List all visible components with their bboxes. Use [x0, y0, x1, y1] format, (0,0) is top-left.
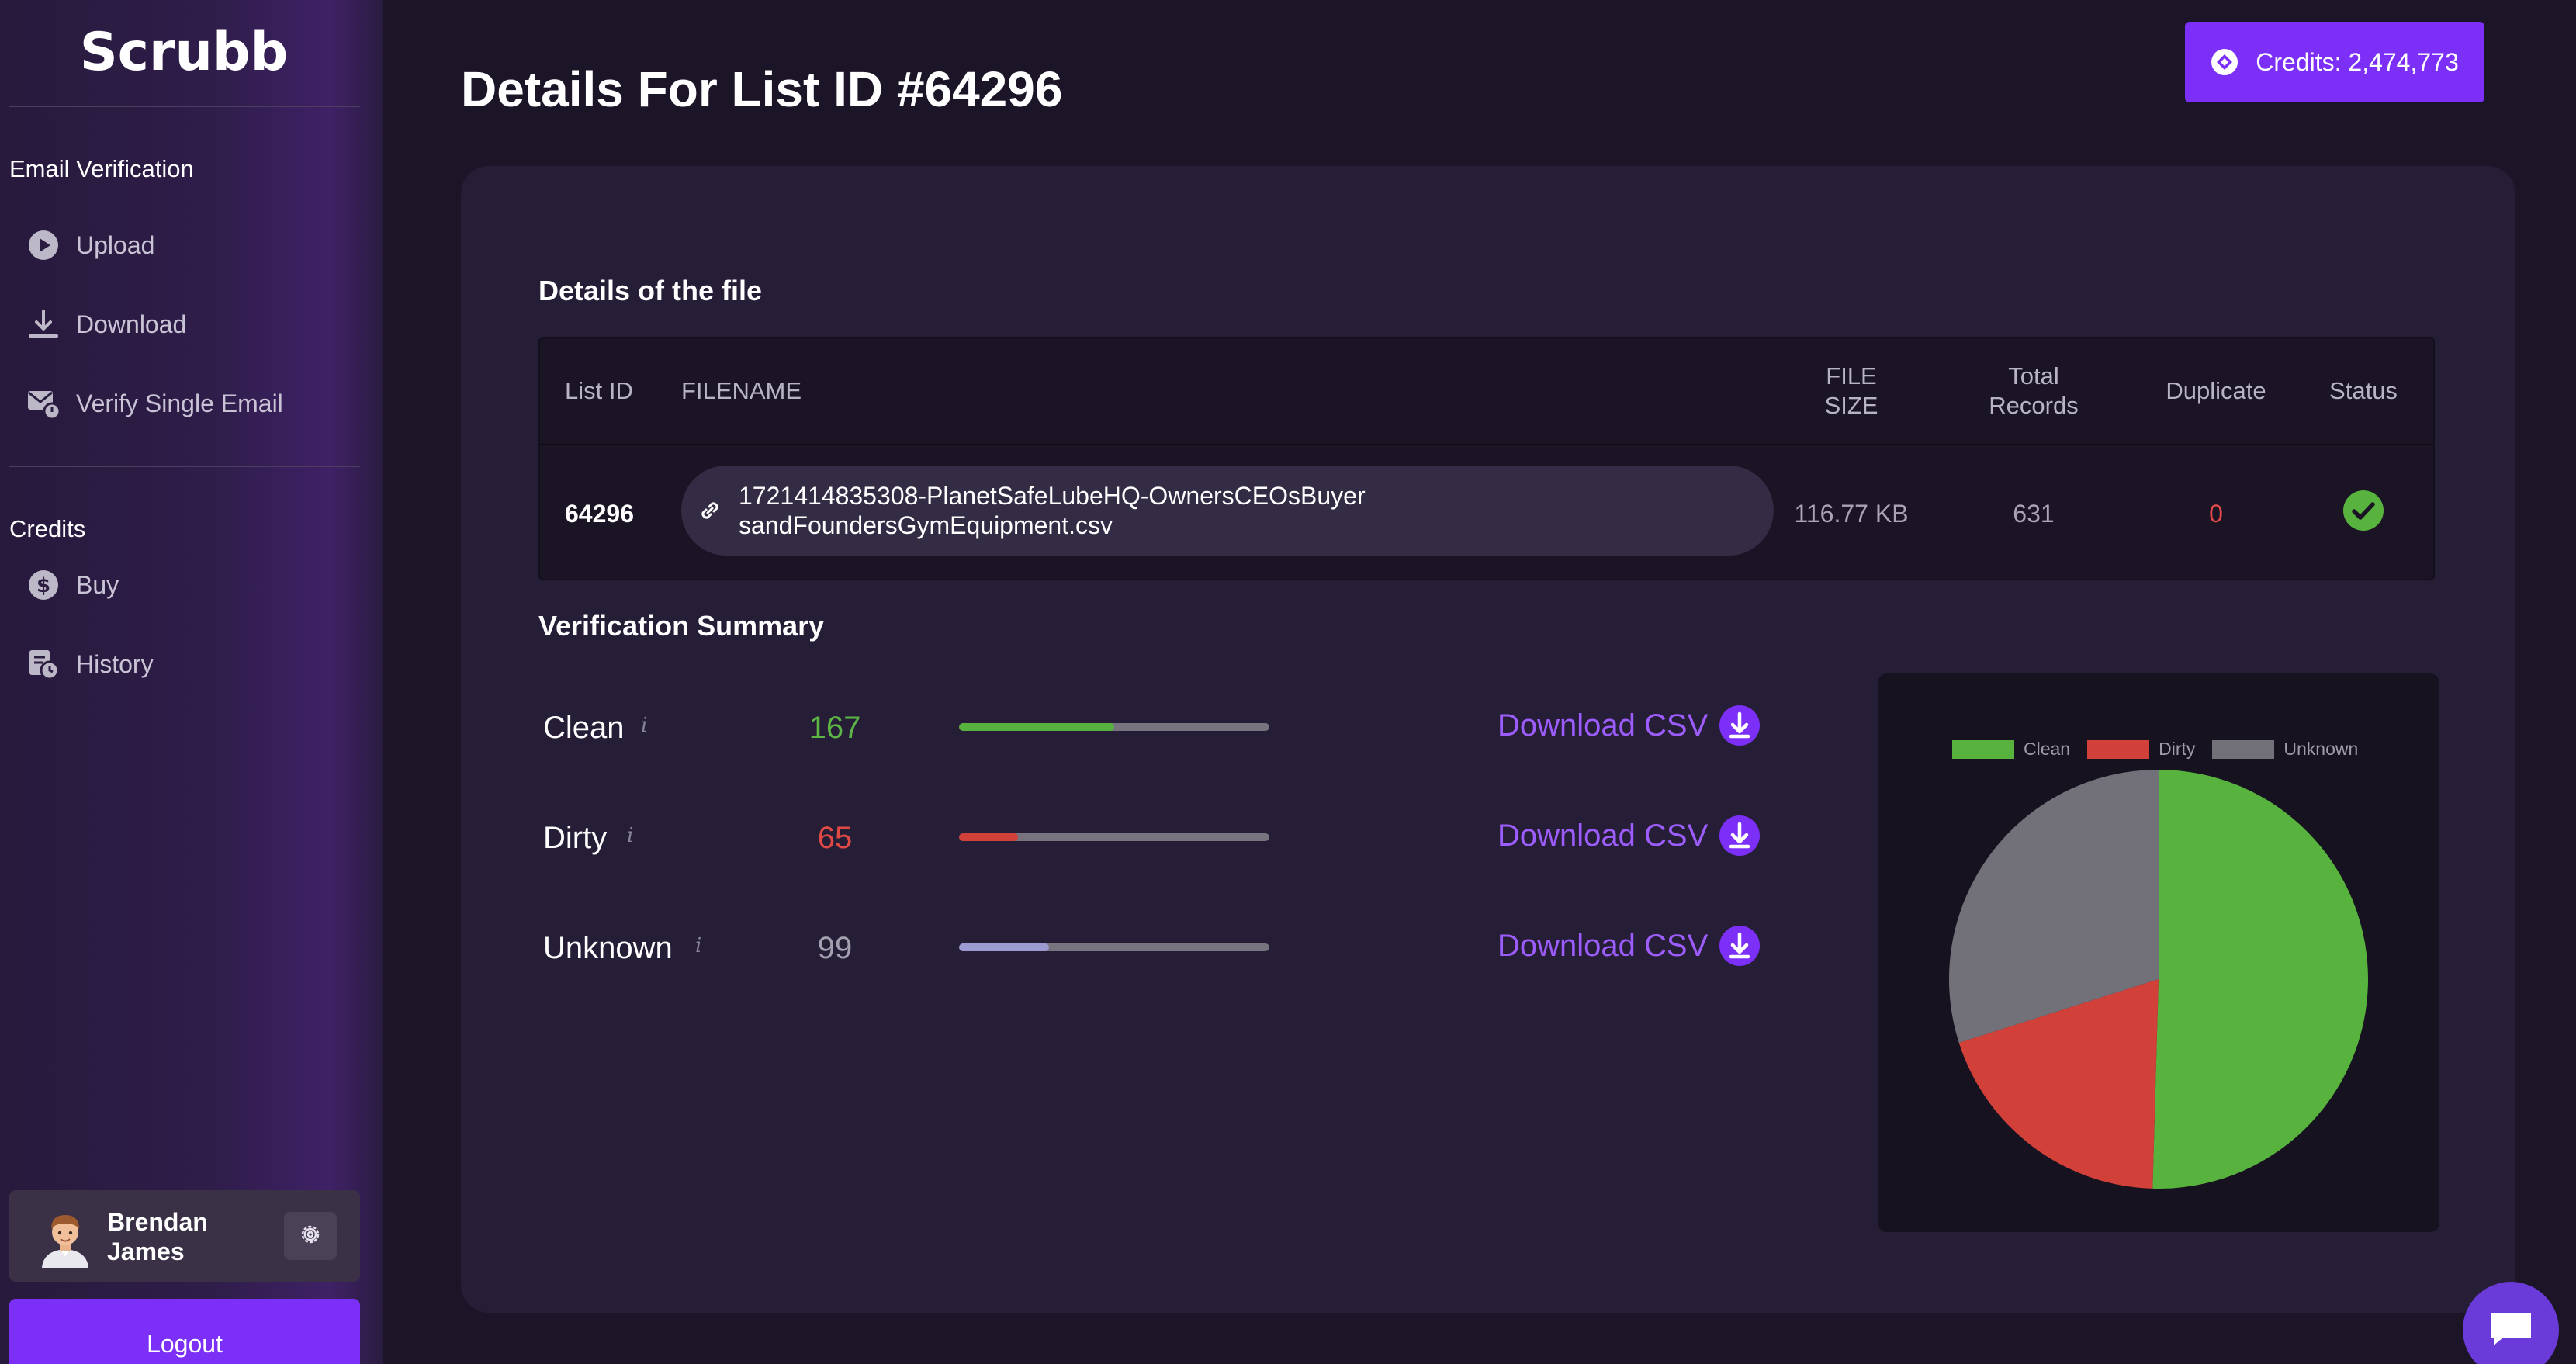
- info-icon[interactable]: i: [641, 714, 647, 737]
- file-details-table: List ID FILENAME FILE SIZE Total Records…: [538, 337, 2435, 580]
- check-circle-icon: [2342, 490, 2384, 538]
- play-circle-icon: [26, 228, 61, 262]
- avatar[interactable]: [34, 1206, 96, 1268]
- column-header-list-id: List ID: [565, 377, 633, 404]
- app: Scrubb Email Verification Upload Downloa…: [0, 0, 2576, 1364]
- summary-label-dirty: Dirty: [543, 821, 608, 855]
- filename-text: 1721414835308-PlanetSafeLubeHQ-OwnersCEO…: [739, 482, 1366, 539]
- history-icon: [26, 647, 61, 681]
- verification-summary-heading: Verification Summary: [538, 610, 825, 642]
- user-profile-card: Brendan James: [9, 1190, 360, 1282]
- download-circle-icon: [1719, 925, 1761, 967]
- column-header-filename: FILENAME: [681, 377, 802, 404]
- cell-file-size: 116.77 KB: [1794, 499, 1909, 528]
- profile-name: Brendan James: [107, 1208, 208, 1265]
- summary-bar-fill-clean: [959, 723, 1114, 731]
- column-header-duplicate: Duplicate: [2166, 377, 2266, 404]
- gear-icon: [299, 1223, 322, 1250]
- logout-button[interactable]: Logout: [9, 1299, 360, 1364]
- summary-count-dirty: 65: [817, 821, 853, 855]
- credits-coin-icon: [2211, 48, 2238, 76]
- cell-status: [2301, 445, 2425, 579]
- download-csv-label: Download CSV: [1497, 818, 1709, 853]
- sidebar: Scrubb Email Verification Upload Downloa…: [0, 0, 383, 1364]
- sidebar-item-download[interactable]: Download: [26, 301, 186, 348]
- brand-logo[interactable]: Scrubb: [0, 22, 368, 83]
- cell-list-id: 64296: [565, 499, 634, 528]
- summary-count-unknown: 99: [817, 931, 853, 965]
- pie-slice-clean[interactable]: [2152, 770, 2368, 1189]
- sidebar-item-label: History: [76, 649, 154, 678]
- cell-total-records: 631: [2013, 499, 2055, 528]
- chat-bubble-icon: [2486, 1307, 2536, 1354]
- column-header-status: Status: [2329, 377, 2398, 404]
- summary-bar-unknown: [959, 943, 1269, 951]
- sidebar-item-label: Download: [76, 310, 187, 338]
- mail-verify-icon: [26, 386, 61, 421]
- download-csv-clean[interactable]: Download CSV: [1497, 705, 1761, 746]
- sidebar-item-verify-single-email[interactable]: Verify Single Email: [26, 380, 283, 427]
- summary-bar-fill-dirty: [959, 833, 1018, 841]
- download-csv-label: Download CSV: [1497, 708, 1709, 743]
- svg-text:$: $: [36, 574, 50, 597]
- link-icon: [697, 497, 723, 524]
- download-circle-icon: [1719, 815, 1761, 857]
- download-csv-dirty[interactable]: Download CSV: [1497, 815, 1761, 857]
- sidebar-item-label: Upload: [76, 230, 155, 259]
- sidebar-divider: [9, 466, 360, 467]
- info-icon[interactable]: i: [695, 934, 701, 957]
- download-csv-unknown[interactable]: Download CSV: [1497, 925, 1761, 967]
- filename-link[interactable]: 1721414835308-PlanetSafeLubeHQ-OwnersCEO…: [681, 466, 1774, 556]
- column-header-file-size: FILE SIZE: [1824, 362, 1878, 419]
- sidebar-section-email: Email Verification: [9, 155, 194, 182]
- summary-label-clean: Clean: [543, 711, 625, 745]
- download-csv-label: Download CSV: [1497, 928, 1709, 963]
- verification-pie-chart: Clean Dirty Unknown: [1878, 673, 2439, 1232]
- file-details-heading: Details of the file: [538, 275, 763, 306]
- dollar-circle-icon: $: [26, 568, 61, 602]
- info-icon[interactable]: i: [627, 824, 633, 847]
- summary-count-clean: 167: [808, 711, 861, 745]
- cell-duplicate: 0: [2209, 499, 2223, 528]
- sidebar-item-buy[interactable]: $ Buy: [26, 562, 119, 608]
- sidebar-divider: [9, 106, 360, 107]
- chat-widget-button[interactable]: [2463, 1282, 2559, 1364]
- summary-bar-dirty: [959, 833, 1269, 841]
- download-icon: [26, 307, 61, 341]
- sidebar-item-label: Verify Single Email: [76, 389, 283, 417]
- credits-button[interactable]: Credits: 2,474,773: [2185, 22, 2484, 102]
- column-header-total-records: Total Records: [1989, 362, 2079, 419]
- credits-label: Credits: 2,474,773: [2256, 47, 2459, 76]
- pie-canvas: [1949, 770, 2368, 1189]
- sidebar-item-history[interactable]: History: [26, 641, 154, 687]
- sidebar-section-credits: Credits: [9, 515, 86, 542]
- sidebar-item-upload[interactable]: Upload: [26, 222, 154, 268]
- settings-button[interactable]: [284, 1212, 337, 1260]
- download-circle-icon: [1719, 705, 1761, 746]
- sidebar-item-label: Buy: [76, 570, 119, 599]
- page-title: Details For List ID #64296: [461, 61, 1063, 117]
- summary-bar-clean: [959, 723, 1269, 731]
- list-details-card: Details of the file List ID FILENAME FIL…: [461, 166, 2515, 1313]
- summary-bar-fill-unknown: [959, 943, 1049, 951]
- summary-label-unknown: Unknown: [543, 931, 673, 965]
